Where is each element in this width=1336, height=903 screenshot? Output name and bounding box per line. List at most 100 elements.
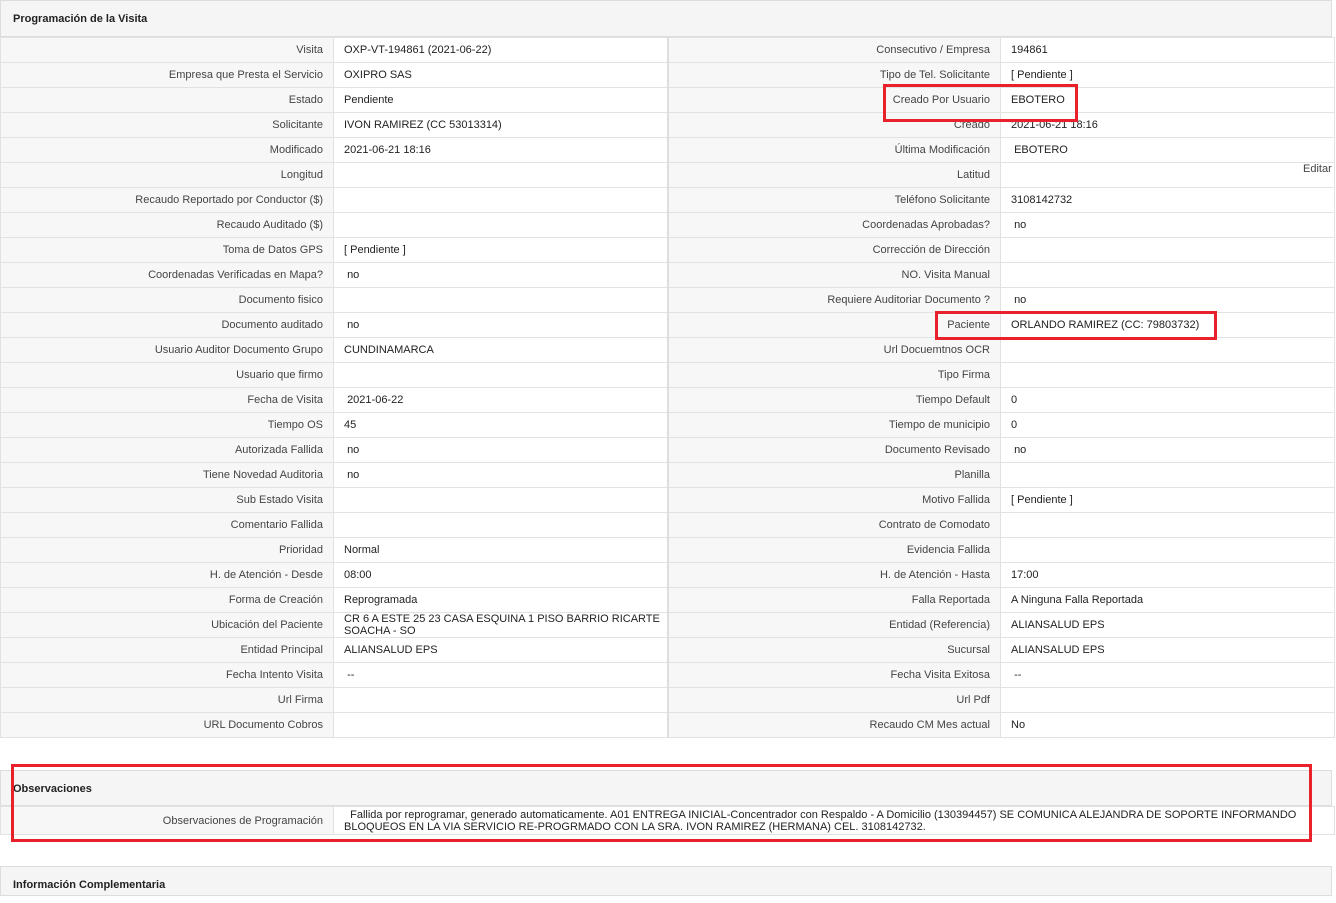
field-value [333,487,668,513]
field-value [1000,687,1335,713]
field-label: URL Documento Cobros [0,712,334,738]
visit-details-table: Visita OXP-VT-194861 (2021-06-22) Consecut… [0,37,1335,738]
field-value: no [333,462,668,488]
field-label: Paciente [666,312,1001,338]
field-value: IVON RAMIREZ (CC 53013314) [333,112,668,138]
field-label: Fecha de Visita [0,387,334,413]
field-label: Observaciones de Programación [0,806,334,835]
table-row: Estado Pendiente Creado Por Usuario EBOTERO [0,87,1335,113]
field-value: no [333,437,668,463]
table-row: Tiene Novedad Auditoria no Planilla [0,462,1335,488]
field-label: Coordenadas Verificadas en Mapa? [0,262,334,288]
field-value: Fallida por reprogramar, generado automa… [333,806,1335,835]
field-value: Normal [333,537,668,563]
field-label: Usuario que firmo [0,362,334,388]
field-value: no [333,262,668,288]
field-value: ALIANSALUD EPS [1000,637,1335,663]
field-label: Tiempo OS [0,412,334,438]
field-label: H. de Atención - Hasta [666,562,1001,588]
table-row: Sub Estado Visita Motivo Fallida[ Pendien… [0,487,1335,513]
field-value [333,287,668,313]
field-label: Falla Reportada [666,587,1001,613]
table-row: Ubicación del Paciente CR 6 A ESTE 25 23 … [0,612,1335,638]
field-label: Ubicación del Paciente [0,612,334,638]
field-value [1000,512,1335,538]
field-label: Estado [0,87,334,113]
field-value: Pendiente [333,87,668,113]
field-value: A Ninguna Falla Reportada [1000,587,1335,613]
field-label: Fecha Intento Visita [0,662,334,688]
table-row: Fecha Intento Visita -- Fecha Visita Exit… [0,662,1335,688]
field-value: EBOTERO [1000,137,1335,163]
field-value: EBOTERO [1000,87,1335,113]
observaciones-table: Observaciones de Programación Fallida po… [0,806,1335,835]
field-label: Documento Revisado [666,437,1001,463]
field-label: Documento auditado [0,312,334,338]
field-value: No [1000,712,1335,738]
field-value: Reprogramada [333,587,668,613]
field-value [1000,162,1335,188]
table-row: Entidad Principal ALIANSALUD EPS Sucursal A… [0,637,1335,663]
field-value [1000,337,1335,363]
field-value: 2021-06-21 18:16 [333,137,668,163]
field-value: no [1000,437,1335,463]
table-row: Toma de Datos GPS[ Pendiente ] Corrección… [0,237,1335,263]
field-value [333,712,668,738]
field-label: Motivo Fallida [666,487,1001,513]
field-label: Usuario Auditor Documento Grupo [0,337,334,363]
field-value: no [1000,287,1335,313]
field-value: 2021-06-21 18:16 [1000,112,1335,138]
field-label: Teléfono Solicitante [666,187,1001,213]
field-label: Url Docuemtnos OCR [666,337,1001,363]
field-label: Longitud [0,162,334,188]
field-label: Fecha Visita Exitosa [666,662,1001,688]
field-value [333,687,668,713]
field-label: Entidad Principal [0,637,334,663]
field-label: Tiene Novedad Auditoria [0,462,334,488]
field-value: 0 [1000,387,1335,413]
field-label: Consecutivo / Empresa [666,37,1001,63]
table-row: Autorizada Fallida no Documento Revisado … [0,437,1335,463]
field-value [333,362,668,388]
field-label: Corrección de Dirección [666,237,1001,263]
field-label: Empresa que Presta el Servicio [0,62,334,88]
field-label: Creado [666,112,1001,138]
field-label: Evidencia Fallida [666,537,1001,563]
field-label: H. de Atención - Desde [0,562,334,588]
table-row: Documento auditado no Paciente ORLANDO RAM… [0,312,1335,338]
field-value [333,187,668,213]
field-value: -- [333,662,668,688]
table-row: Visita OXP-VT-194861 (2021-06-22) Consecut… [0,37,1335,63]
field-value: ORLANDO RAMIREZ (CC: 79803732) [1000,312,1335,338]
edit-link[interactable]: Editar [1303,163,1332,175]
field-value [1000,237,1335,263]
field-label: Sucursal [666,637,1001,663]
field-value: CUNDINAMARCA [333,337,668,363]
field-label: Comentario Fallida [0,512,334,538]
table-row: Longitud Latitud [0,162,1335,188]
field-value: OXP-VT-194861 (2021-06-22) [333,37,668,63]
table-row: Recaudo Reportado por Conductor ($) Teléf… [0,187,1335,213]
field-label: Forma de Creación [0,587,334,613]
table-row: Coordenadas Verificadas en Mapa? no NO. V… [0,262,1335,288]
field-label: Documento fisico [0,287,334,313]
field-value: [ Pendiente ] [1000,62,1335,88]
field-value: 45 [333,412,668,438]
field-label: Recaudo Auditado ($) [0,212,334,238]
field-value [1000,462,1335,488]
field-label: Sub Estado Visita [0,487,334,513]
field-label: Visita [0,37,334,63]
field-label: Última Modificación [666,137,1001,163]
field-label: Autorizada Fallida [0,437,334,463]
field-value: 08:00 [333,562,668,588]
table-row: Usuario Auditor Documento Grupo CUNDINAMA… [0,337,1335,363]
field-value [333,212,668,238]
field-value: 0 [1000,412,1335,438]
field-label: Toma de Datos GPS [0,237,334,263]
table-row: Empresa que Presta el Servicio OXIPRO SAS… [0,62,1335,88]
table-row: Observaciones de Programación Fallida po… [0,806,1335,835]
field-label: NO. Visita Manual [666,262,1001,288]
field-value [333,162,668,188]
field-label: Tiempo de municipio [666,412,1001,438]
field-value: no [333,312,668,338]
